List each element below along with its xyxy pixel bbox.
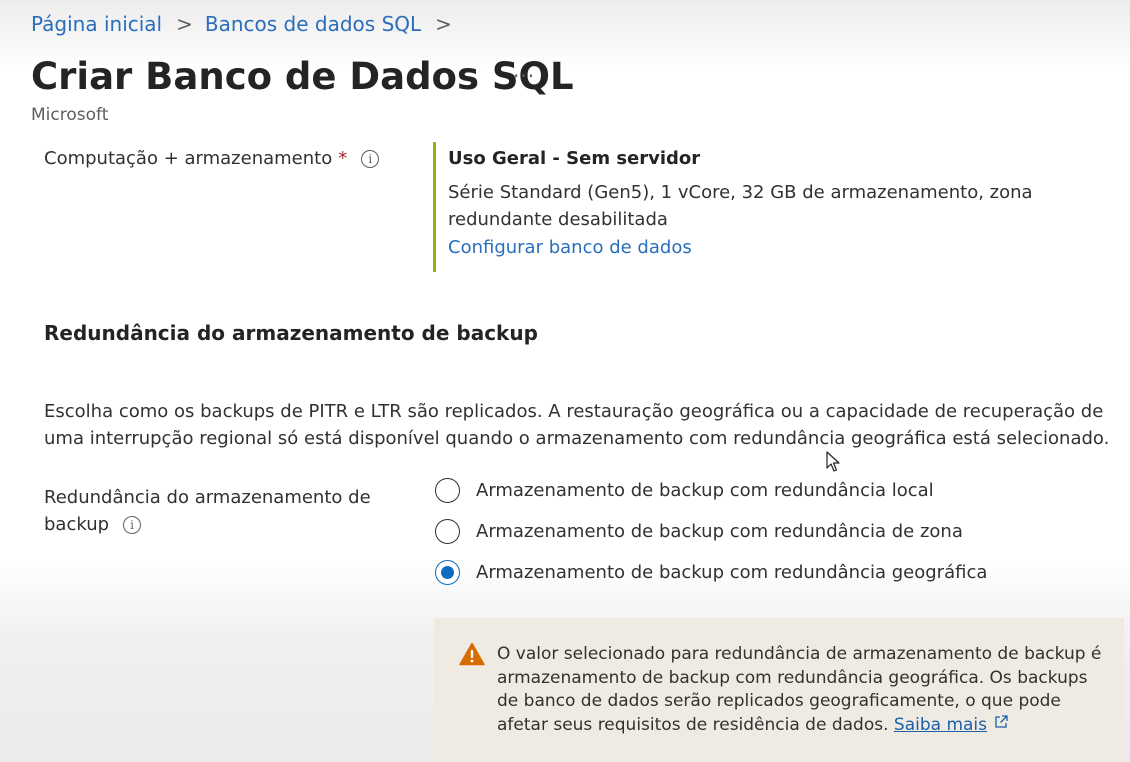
breadcrumb-sql-databases[interactable]: Bancos de dados SQL xyxy=(205,12,421,36)
radio-button[interactable] xyxy=(435,478,460,503)
external-link-icon[interactable] xyxy=(993,714,1009,730)
radio-button[interactable] xyxy=(435,519,460,544)
info-icon[interactable]: i xyxy=(123,516,142,534)
compute-storage-label: Computação + armazenamento * i xyxy=(44,148,380,169)
warning-message: O valor selecionado para redundância de … xyxy=(497,643,1105,737)
required-marker: * xyxy=(338,148,348,169)
radio-label: Armazenamento de backup com redundância … xyxy=(476,562,988,583)
mouse-cursor-icon xyxy=(826,451,840,472)
breadcrumb-home[interactable]: Página inicial xyxy=(31,12,162,36)
radio-geo-redundancy[interactable]: Armazenamento de backup com redundância … xyxy=(435,560,987,585)
radio-selected-dot xyxy=(441,566,454,579)
page-subtitle: Microsoft xyxy=(31,105,109,125)
compute-tier-title: Uso Geral - Sem servidor xyxy=(448,148,701,169)
warning-icon xyxy=(459,642,485,666)
radio-local-redundancy[interactable]: Armazenamento de backup com redundância … xyxy=(435,478,934,503)
configure-database-link[interactable]: Configurar banco de dados xyxy=(448,237,692,258)
backup-description: Escolha como os backups de PITR e LTR sã… xyxy=(44,401,1110,449)
backup-section-title: Redundância do armazenamento de backup xyxy=(44,321,538,345)
backup-redundancy-label: Redundância do armazenamento de backup i xyxy=(44,484,404,538)
radio-zone-redundancy[interactable]: Armazenamento de backup com redundância … xyxy=(435,519,963,544)
breadcrumb-separator: > xyxy=(435,12,452,36)
page-title: Criar Banco de Dados SQL xyxy=(31,55,574,98)
compute-storage-label-text: Computação + armazenamento xyxy=(44,148,333,169)
learn-more-link[interactable]: Saiba mais xyxy=(894,715,987,735)
backup-redundancy-label-text: Redundância do armazenamento de backup xyxy=(44,487,371,535)
breadcrumb-separator: > xyxy=(176,12,193,36)
ellipsis-icon[interactable]: ··· xyxy=(513,64,535,88)
compute-description: Série Standard (Gen5), 1 vCore, 32 GB de… xyxy=(448,182,1033,230)
info-icon[interactable]: i xyxy=(361,150,380,168)
radio-button-selected[interactable] xyxy=(435,560,460,585)
breadcrumb: Página inicial > Bancos de dados SQL > xyxy=(31,12,464,36)
warning-text: O valor selecionado para redundância de … xyxy=(497,644,1102,735)
radio-label: Armazenamento de backup com redundância … xyxy=(476,480,934,501)
radio-label: Armazenamento de backup com redundância … xyxy=(476,521,963,542)
